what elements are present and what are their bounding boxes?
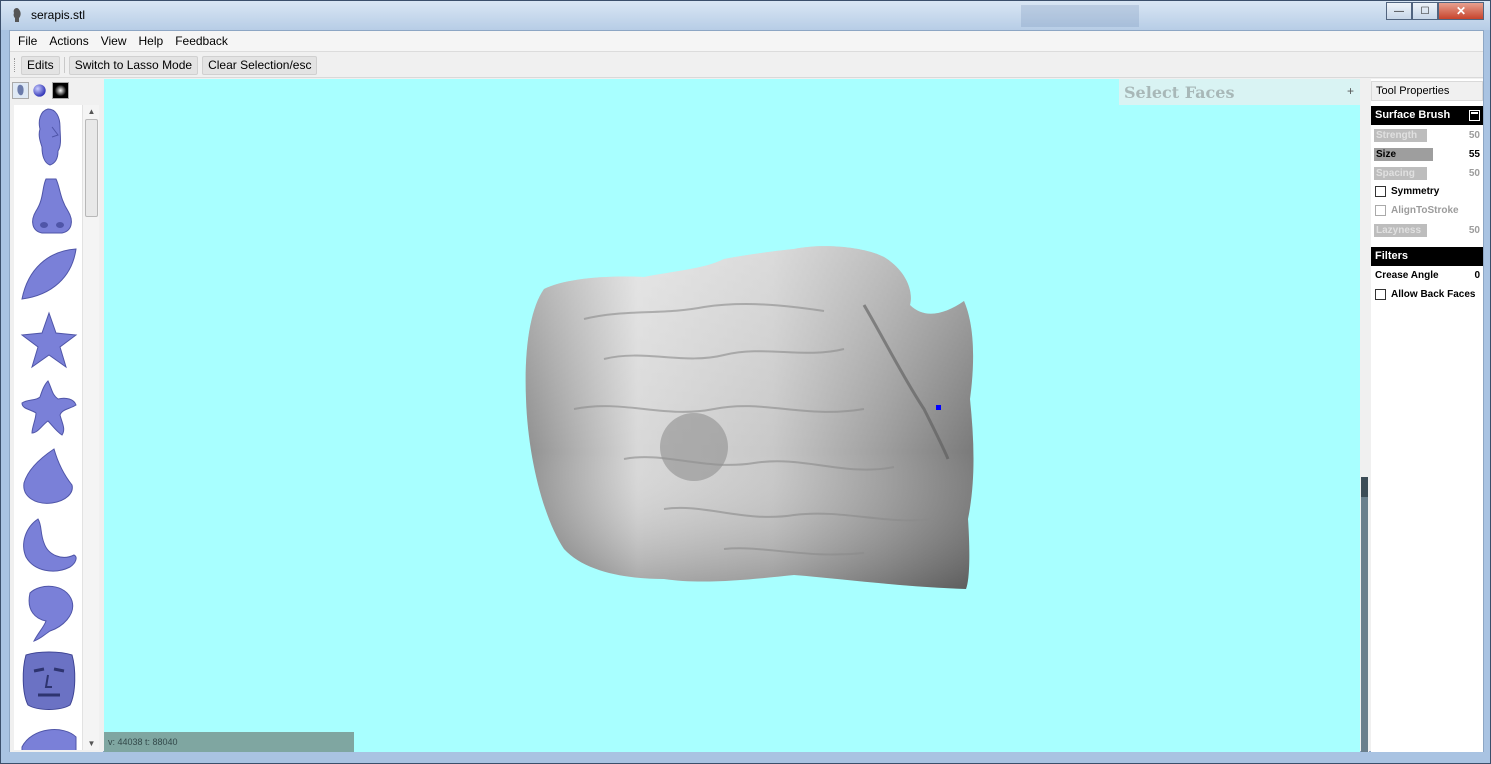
spacing-value: 50 [1468,168,1480,179]
nose-shape-icon[interactable] [18,173,80,237]
symmetry-box[interactable] [1375,186,1386,197]
starfish-shape-icon[interactable] [18,377,80,441]
menu-file[interactable]: File [12,31,43,52]
lazyness-value: 50 [1468,225,1480,236]
background-window-tab [1021,5,1139,27]
crescent-shape-icon[interactable] [18,513,80,577]
tool-properties-header: Tool Properties [1371,81,1483,101]
shape-list [14,105,82,750]
minimize-button[interactable]: — [1386,2,1412,20]
mask-shape-icon[interactable] [18,649,80,713]
vertex-marker [936,405,941,410]
menu-bar: File Actions View Help Feedback [10,31,1483,52]
collapse-icon[interactable] [1469,110,1480,121]
app-icon [13,8,21,22]
menu-feedback[interactable]: Feedback [169,31,234,52]
window-title: serapis.stl [31,8,86,22]
menu-actions[interactable]: Actions [43,31,94,52]
scroll-thumb[interactable] [85,119,98,217]
scroll-up-icon[interactable]: ▲ [83,105,100,118]
select-faces-title: Select Faces [1124,83,1235,102]
brush-cursor [660,413,728,481]
expand-plus-icon[interactable]: + [1347,84,1354,98]
close-button[interactable]: ✕ [1438,2,1484,20]
lazyness-slider[interactable]: Lazyness 50 [1371,222,1483,238]
align-to-stroke-checkbox[interactable]: AlignToStroke [1371,203,1483,219]
surface-brush-title: Surface Brush [1375,109,1451,121]
leaf-shape-icon[interactable] [18,241,80,305]
head-icon[interactable] [12,82,29,99]
clear-selection-button[interactable]: Clear Selection/esc [202,55,318,75]
toolbar: Edits Switch to Lasso Mode Clear Selecti… [10,53,1483,78]
edits-button[interactable]: Edits [21,55,60,75]
menu-view[interactable]: View [95,31,133,52]
align-to-stroke-label: AlignToStroke [1391,205,1459,216]
crease-angle-value: 0 [1474,270,1480,281]
wedge-shape-icon[interactable] [18,445,80,509]
allow-back-faces-box[interactable] [1375,289,1386,300]
filters-section[interactable]: Filters [1371,247,1483,266]
spacing-label: Spacing [1374,167,1427,180]
strength-slider[interactable]: Strength 50 [1371,127,1483,143]
strength-value: 50 [1468,130,1480,141]
filters-title: Filters [1375,250,1409,262]
3d-viewport[interactable]: Select Faces + v: 44038 t: 88040 [104,79,1360,752]
splitter-track [1361,477,1368,752]
vertex-triangle-count: v: 44038 t: 88040 [108,737,178,747]
texture-icon[interactable] [52,82,69,99]
select-faces-panel[interactable]: Select Faces + [1119,79,1360,105]
scroll-down-icon[interactable]: ▼ [83,737,100,750]
menu-help[interactable]: Help [133,31,170,52]
lazyness-label: Lazyness [1374,224,1427,237]
symmetry-label: Symmetry [1391,186,1440,197]
face-shape-icon[interactable] [18,105,80,169]
size-label: Size [1374,148,1433,161]
allow-back-faces-checkbox[interactable]: Allow Back Faces [1371,287,1483,303]
comma-shape-icon[interactable] [18,581,80,645]
allow-back-faces-label: Allow Back Faces [1391,289,1476,300]
strength-label: Strength [1374,129,1427,142]
stats-bar: v: 44038 t: 88040 [104,732,354,752]
maximize-button[interactable]: ☐ [1412,2,1438,20]
title-bar: serapis.stl — ☐ ✕ [1,1,1490,30]
shape-palette: ▲ ▼ [10,79,103,752]
surface-brush-section[interactable]: Surface Brush [1371,106,1483,125]
crease-angle-field[interactable]: Crease Angle 0 [1371,268,1483,284]
mesh-model[interactable] [104,79,1360,752]
app-window: serapis.stl — ☐ ✕ File Actions View Help… [0,0,1491,764]
sphere-icon[interactable] [31,82,48,99]
spacing-slider[interactable]: Spacing 50 [1371,165,1483,181]
splitter-handle[interactable] [1361,477,1368,497]
palette-tabs [10,79,103,103]
client-area: File Actions View Help Feedback Edits Sw… [9,30,1484,752]
lasso-mode-button[interactable]: Switch to Lasso Mode [68,55,199,75]
palette-scrollbar[interactable]: ▲ ▼ [82,105,99,750]
toolbar-separator [63,57,65,73]
panel-splitter[interactable] [1361,79,1369,752]
size-value: 55 [1468,149,1480,160]
dome-shape-icon[interactable] [18,717,80,750]
symmetry-checkbox[interactable]: Symmetry [1371,184,1483,200]
crease-angle-label: Crease Angle [1375,270,1439,281]
tool-properties-panel: Tool Properties Surface Brush Strength 5… [1371,79,1483,752]
align-to-stroke-box[interactable] [1375,205,1386,216]
toolbar-grip[interactable] [14,58,17,72]
star-shape-icon[interactable] [18,309,80,373]
size-slider[interactable]: Size 55 [1371,146,1483,162]
